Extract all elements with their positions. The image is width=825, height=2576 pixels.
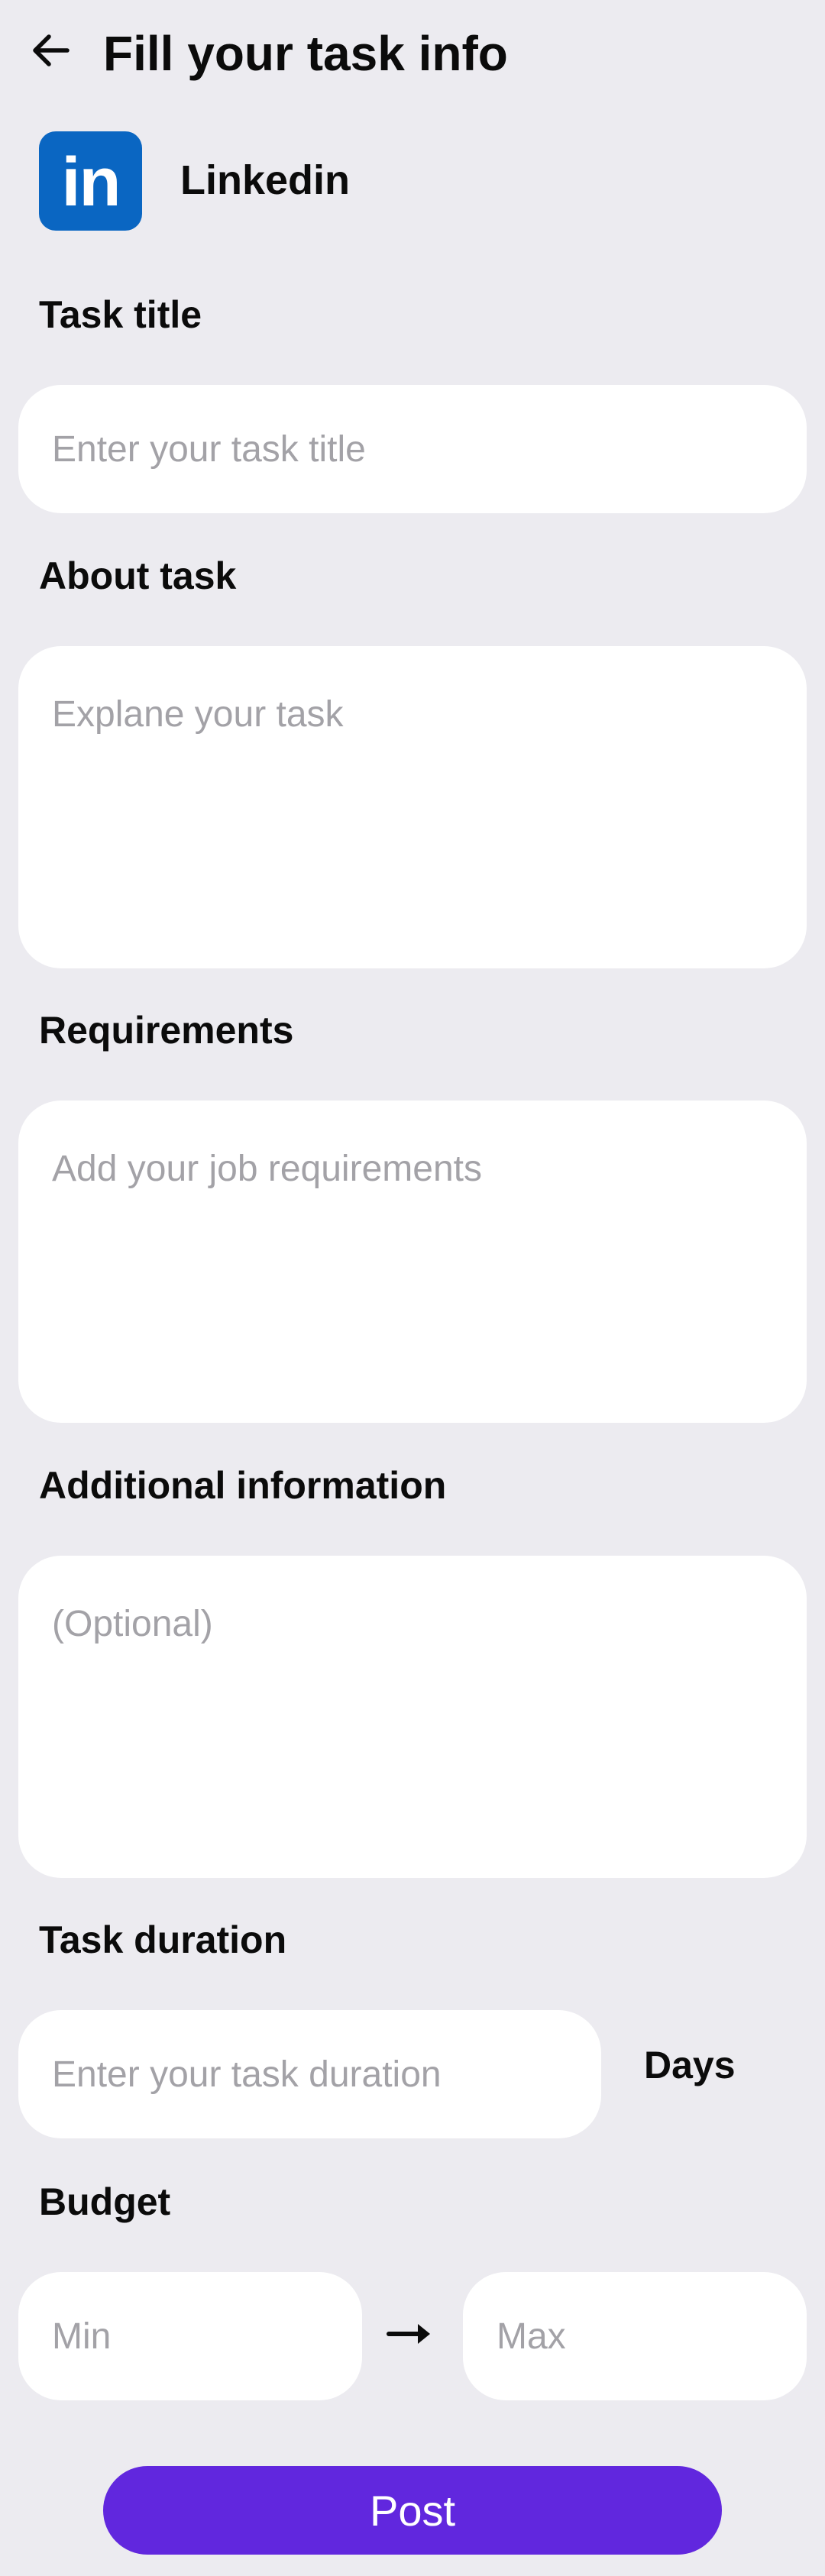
back-button[interactable]	[26, 26, 75, 75]
budget-max-input[interactable]	[463, 2272, 807, 2400]
about-task-label: About task	[39, 554, 237, 597]
linkedin-logo-icon: in	[39, 131, 142, 231]
requirements-label: Requirements	[39, 1009, 294, 1052]
post-button-label: Post	[369, 2486, 456, 2535]
duration-unit-label: Days	[644, 2044, 736, 2086]
company-name: Linkedin	[180, 157, 351, 203]
about-task-textarea[interactable]	[18, 646, 807, 968]
arrow-left-icon	[33, 34, 70, 66]
page-title: Fill your task info	[103, 26, 508, 81]
task-title-input[interactable]	[18, 385, 807, 513]
requirements-textarea[interactable]	[18, 1101, 807, 1423]
task-duration-input[interactable]	[18, 2010, 601, 2138]
post-button[interactable]: Post	[103, 2466, 722, 2555]
additional-info-label: Additional information	[39, 1464, 447, 1507]
task-duration-label: Task duration	[39, 1918, 287, 1961]
logo-text: in	[61, 144, 121, 221]
additional-info-textarea[interactable]	[18, 1556, 807, 1878]
budget-label: Budget	[39, 2180, 171, 2223]
budget-min-input[interactable]	[18, 2272, 362, 2400]
arrow-right-icon	[387, 2324, 430, 2344]
task-title-label: Task title	[39, 293, 202, 336]
